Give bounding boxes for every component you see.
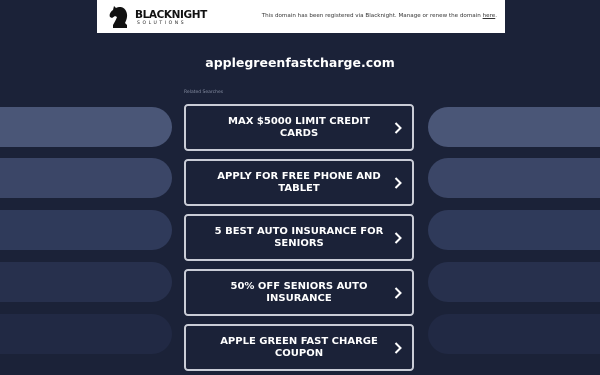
domain-title: applegreenfastcharge.com — [205, 55, 395, 70]
side-decoration-right-4 — [428, 262, 600, 302]
chevron-right-icon — [394, 341, 402, 354]
side-decoration-left-1 — [0, 107, 172, 147]
notice-end: . — [495, 13, 497, 19]
notice-text: This domain has been registered via Blac… — [261, 13, 483, 19]
search-button-label: APPLE GREEN FAST CHARGE COUPON — [220, 335, 378, 359]
side-decoration-left-2 — [0, 158, 172, 198]
side-decoration-right-2 — [428, 158, 600, 198]
blacknight-horse-logo-icon — [109, 6, 128, 28]
side-decoration-right-5 — [428, 314, 600, 354]
logo-name: BLACKNIGHT — [135, 9, 207, 21]
side-decoration-left-5 — [0, 314, 172, 354]
chevron-right-icon — [394, 121, 402, 134]
side-decoration-right-3 — [428, 210, 600, 250]
search-button-4[interactable]: 50% OFF SENIORS AUTO INSURANCE — [184, 269, 414, 316]
chevron-right-icon — [394, 176, 402, 189]
chevron-right-icon — [394, 231, 402, 244]
logo-subtitle: SOLUTIONS — [137, 21, 187, 26]
blacknight-logo[interactable]: BLACKNIGHT SOLUTIONS — [107, 4, 207, 30]
search-button-2[interactable]: APPLY FOR FREE PHONE AND TABLET — [184, 159, 414, 206]
top-bar: BLACKNIGHT SOLUTIONS This domain has bee… — [0, 0, 600, 33]
search-button-3[interactable]: 5 BEST AUTO INSURANCE FOR SENIORS — [184, 214, 414, 261]
search-button-5[interactable]: APPLE GREEN FAST CHARGE COUPON — [184, 324, 414, 371]
search-button-label: 5 BEST AUTO INSURANCE FOR SENIORS — [214, 225, 384, 249]
search-button-label: APPLY FOR FREE PHONE AND TABLET — [217, 170, 381, 194]
side-decoration-left-3 — [0, 210, 172, 250]
search-button-label: 50% OFF SENIORS AUTO INSURANCE — [230, 280, 368, 304]
chevron-right-icon — [394, 286, 402, 299]
related-searches-label: Related Searches — [184, 90, 224, 95]
side-decoration-right-1 — [428, 107, 600, 147]
registration-notice: This domain has been registered via Blac… — [262, 13, 497, 19]
header-panel: BLACKNIGHT SOLUTIONS This domain has bee… — [97, 0, 505, 33]
search-button-1[interactable]: MAX $5000 LIMIT CREDIT CARDS — [184, 104, 414, 151]
side-decoration-left-4 — [0, 262, 172, 302]
search-button-label: MAX $5000 LIMIT CREDIT CARDS — [228, 115, 370, 139]
manage-domain-link[interactable]: here — [483, 13, 496, 19]
